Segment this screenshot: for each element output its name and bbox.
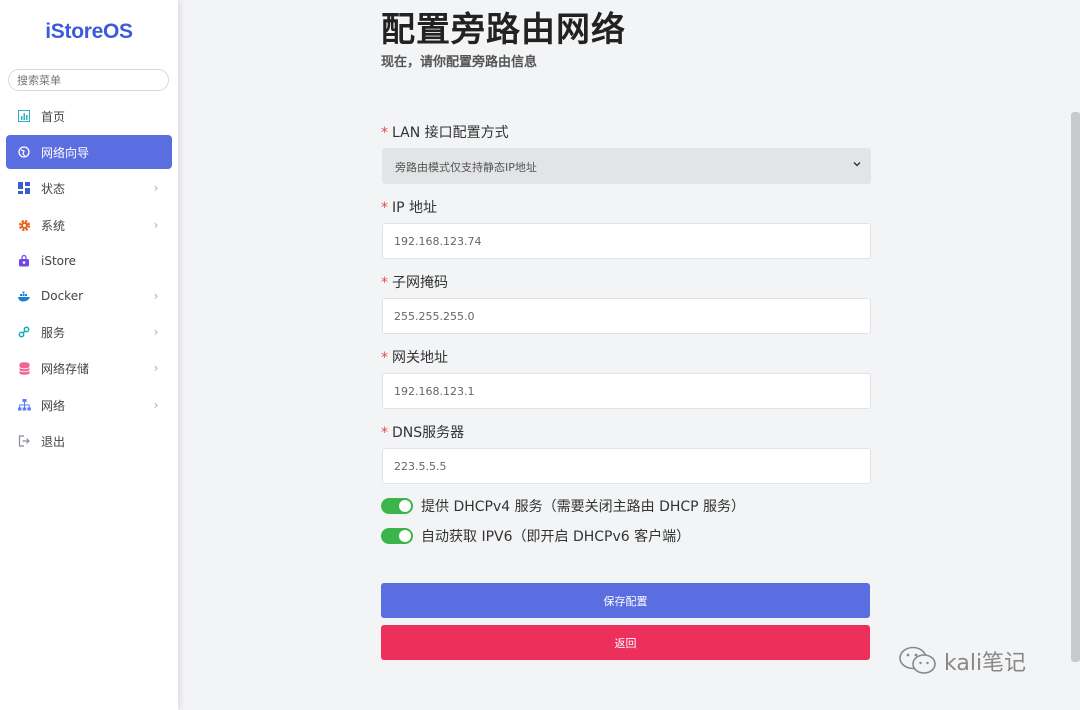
sidebar-item-istore[interactable]: iStore xyxy=(6,244,172,278)
store-icon xyxy=(17,254,31,268)
page-subtitle: 现在，请你配置旁路由信息 xyxy=(381,55,538,70)
gear-icon xyxy=(17,218,31,232)
chevron-right-icon: › xyxy=(153,289,159,303)
ipv6-toggle-label: 自动获取 IPV6（即开启 DHCPv6 客户端） xyxy=(421,529,691,545)
lan-mode-label: * LAN 接口配置方式 xyxy=(381,122,509,142)
sidebar-item-services[interactable]: 服务 › xyxy=(6,315,172,349)
services-icon xyxy=(17,325,31,339)
ipv6-toggle[interactable] xyxy=(381,528,413,544)
ip-label-text: IP 地址 xyxy=(392,200,438,216)
required-mark: * xyxy=(381,125,388,141)
sidebar-item-label: 服务 xyxy=(41,325,66,340)
grid-icon xyxy=(17,181,31,195)
ip-label: * IP 地址 xyxy=(381,197,437,217)
watermark-text: kali笔记 xyxy=(944,651,1027,676)
chevron-down-icon xyxy=(852,159,862,169)
page-title: 配置旁路由网络 xyxy=(381,10,626,50)
sitemap-icon xyxy=(17,398,31,412)
toggle-knob xyxy=(399,500,411,512)
globe-icon xyxy=(17,145,31,159)
dns-field[interactable] xyxy=(382,448,871,484)
search-input[interactable] xyxy=(8,69,169,91)
dhcp-toggle-label: 提供 DHCPv4 服务（需要关闭主路由 DHCP 服务） xyxy=(421,499,746,515)
dns-label-text: DNS服务器 xyxy=(392,425,465,441)
sidebar-item-network-wizard[interactable]: 网络向导 xyxy=(6,135,172,169)
required-mark: * xyxy=(381,425,388,441)
database-icon xyxy=(17,361,31,375)
sidebar-item-label: 首页 xyxy=(41,109,66,124)
sidebar-item-status[interactable]: 状态 › xyxy=(6,171,172,205)
lan-mode-label-text: LAN 接口配置方式 xyxy=(392,125,509,141)
lan-mode-select[interactable]: 旁路由模式仅支持静态IP地址 xyxy=(382,148,871,184)
watermark: kali笔记 xyxy=(898,645,1026,677)
scrollbar[interactable] xyxy=(1071,112,1080,662)
lan-mode-selected-value: 旁路由模式仅支持静态IP地址 xyxy=(395,161,537,174)
netmask-label: * 子网掩码 xyxy=(381,272,448,292)
sidebar: iStoreOS 首页 网络向导 状态 › 系统 › iStore xyxy=(0,0,178,710)
chevron-right-icon: › xyxy=(153,325,159,339)
gateway-label-text: 网关地址 xyxy=(392,350,448,366)
sidebar-item-logout[interactable]: 退出 xyxy=(6,424,172,458)
logo: iStoreOS xyxy=(45,20,133,43)
sidebar-item-label: 网络存储 xyxy=(41,361,90,376)
docker-icon xyxy=(17,289,31,303)
chevron-right-icon: › xyxy=(153,361,159,375)
toggle-knob xyxy=(399,530,411,542)
required-mark: * xyxy=(381,275,388,291)
logout-icon xyxy=(17,434,31,448)
save-button[interactable]: 保存配置 xyxy=(381,583,870,618)
sidebar-item-network[interactable]: 网络 › xyxy=(6,388,172,422)
gateway-label: * 网关地址 xyxy=(381,347,448,367)
sidebar-item-docker[interactable]: Docker › xyxy=(6,279,172,313)
dashboard-icon xyxy=(17,109,31,123)
chevron-right-icon: › xyxy=(153,181,159,195)
sidebar-item-label: 状态 xyxy=(41,181,66,196)
netmask-label-text: 子网掩码 xyxy=(392,275,448,291)
ipv6-toggle-row: 自动获取 IPV6（即开启 DHCPv6 客户端） xyxy=(381,526,690,546)
sidebar-item-label: 网络 xyxy=(41,398,66,413)
dhcp-toggle[interactable] xyxy=(381,498,413,514)
sidebar-item-label: Docker xyxy=(41,289,84,303)
sidebar-item-label: iStore xyxy=(41,254,77,268)
sidebar-item-label: 系统 xyxy=(41,218,66,233)
wechat-icon xyxy=(899,646,936,674)
required-mark: * xyxy=(381,350,388,366)
ip-address-field[interactable] xyxy=(382,223,871,259)
chevron-right-icon: › xyxy=(153,398,159,412)
netmask-field[interactable] xyxy=(382,298,871,334)
dns-label: * DNS服务器 xyxy=(381,422,464,442)
sidebar-item-label: 网络向导 xyxy=(41,145,90,160)
sidebar-item-network-storage[interactable]: 网络存储 › xyxy=(6,351,172,385)
sidebar-item-system[interactable]: 系统 › xyxy=(6,208,172,242)
gateway-field[interactable] xyxy=(382,373,871,409)
dhcp-toggle-row: 提供 DHCPv4 服务（需要关闭主路由 DHCP 服务） xyxy=(381,496,745,516)
back-button[interactable]: 返回 xyxy=(381,625,870,660)
sidebar-item-home[interactable]: 首页 xyxy=(6,99,172,133)
chevron-right-icon: › xyxy=(153,218,159,232)
required-mark: * xyxy=(381,200,388,216)
sidebar-item-label: 退出 xyxy=(41,434,66,449)
